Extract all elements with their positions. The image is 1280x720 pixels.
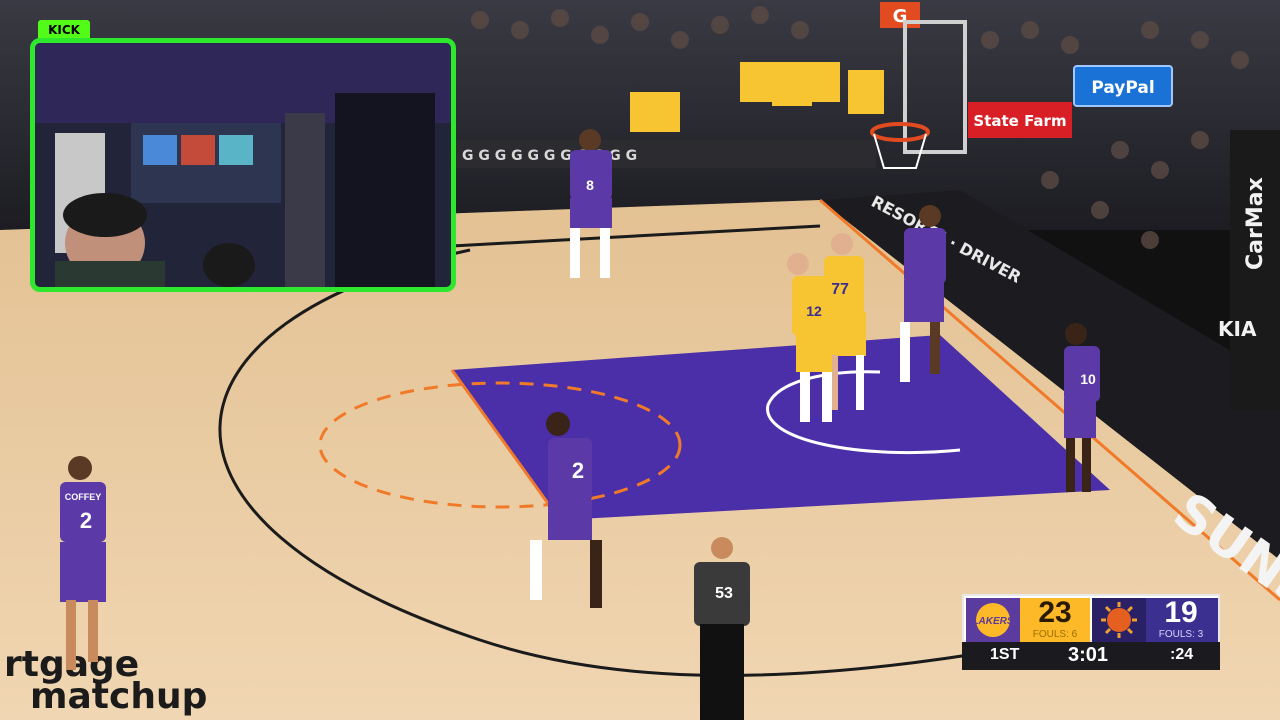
team-lakers: LAKERS 23 FOULS: 6 (966, 596, 1090, 642)
suns-score: 19 (1164, 596, 1198, 629)
webcam-overlay (30, 38, 456, 292)
shot-clock: :24 (1170, 646, 1194, 663)
webcam-feed (35, 43, 451, 287)
lakers-logo-icon: LAKERS (972, 603, 1014, 637)
jersey-number-10: 10 (1080, 371, 1096, 387)
lakers-logo: LAKERS (966, 598, 1020, 642)
jersey-number-77: 77 (831, 281, 849, 298)
carmax-label: CarMax (1243, 177, 1268, 270)
second-person-head (203, 243, 255, 287)
referee-number: 53 (715, 585, 733, 602)
game-period: 1ST (990, 646, 1020, 663)
scorebug-score-row: LAKERS 23 FOULS: 6 19 FOULS: 3 (962, 594, 1220, 642)
jersey-number-2: 2 (572, 458, 584, 483)
jersey-number-12: 12 (806, 303, 822, 319)
suns-logo (1092, 598, 1146, 642)
game-clock: 3:01 (1068, 644, 1109, 666)
jersey-number-coffey: 2 (80, 508, 92, 533)
kick-tag: KICK (38, 20, 90, 40)
referee: 53 (694, 537, 750, 720)
lakers-logo-text: LAKERS (972, 616, 1013, 627)
floor-sponsor-text-2: matchup (30, 676, 207, 717)
scorebug: LAKERS 23 FOULS: 6 19 FOULS: 3 1ST 3:01 … (962, 594, 1220, 672)
state-farm-label: State Farm (973, 112, 1066, 130)
video-frame: G G G G G G G G G G G G rtgage matchup S… (0, 0, 1280, 720)
scorebug-clock-row: 1ST 3:01 :24 (962, 642, 1220, 670)
team-suns: 19 FOULS: 3 (1092, 596, 1218, 642)
jersey-name-coffey: COFFEY (65, 492, 102, 502)
jersey-number-8: 8 (586, 177, 594, 193)
paypal-label: PayPal (1091, 78, 1154, 98)
lakers-fouls: FOULS: 6 (1032, 629, 1078, 640)
kia-label: KIA (1218, 317, 1257, 341)
suns-fouls: FOULS: 3 (1158, 629, 1204, 640)
suns-sunburst-icon (1101, 602, 1137, 638)
lakers-score: 23 (1038, 596, 1072, 629)
